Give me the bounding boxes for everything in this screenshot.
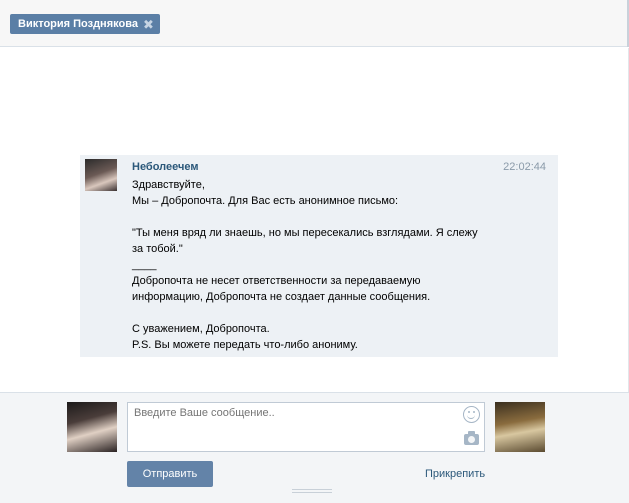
close-icon[interactable]: ✖ bbox=[143, 18, 154, 31]
smile-icon[interactable] bbox=[463, 406, 480, 423]
my-avatar[interactable] bbox=[67, 402, 117, 452]
message-line: ____ bbox=[132, 259, 157, 271]
message-input[interactable] bbox=[127, 402, 485, 452]
message-line: С уважением, Добропочта. bbox=[132, 323, 270, 335]
message-time: 22:02:44 bbox=[503, 161, 546, 173]
author-avatar[interactable] bbox=[85, 159, 117, 191]
resize-grip[interactable] bbox=[292, 489, 332, 495]
message-line: "Ты меня вряд ли знаешь, но мы пересекал… bbox=[132, 227, 478, 239]
peer-avatar[interactable] bbox=[495, 402, 545, 452]
camera-icon[interactable] bbox=[464, 431, 479, 445]
message-item[interactable]: Неболеечем 22:02:44 Здравствуйте, Мы – Д… bbox=[80, 155, 558, 357]
dialog-tab-label: Виктория Позднякова bbox=[18, 18, 138, 30]
message-line: Добропочта не несет ответственности за п… bbox=[132, 275, 421, 287]
message-body: Здравствуйте, Мы – Добропочта. Для Вас е… bbox=[132, 177, 492, 353]
dialog-tabs-bar: Виктория Позднякова ✖ bbox=[0, 0, 629, 47]
send-button[interactable]: Отправить bbox=[127, 461, 213, 487]
message-line: Мы – Добропочта. Для Вас есть анонимное … bbox=[132, 195, 399, 207]
composer: Отправить Прикрепить bbox=[0, 392, 629, 503]
message-line bbox=[132, 209, 492, 225]
message-line: Здравствуйте, bbox=[132, 179, 205, 191]
message-line: P.S. Вы можете передать что-либо анониму… bbox=[132, 339, 358, 351]
message-line: информацию, Добропочта не создает данные… bbox=[132, 291, 431, 303]
attach-link[interactable]: Прикрепить bbox=[425, 468, 485, 480]
dialog-tab-chip[interactable]: Виктория Позднякова ✖ bbox=[10, 14, 160, 34]
message-author[interactable]: Неболеечем bbox=[132, 161, 198, 173]
message-line bbox=[132, 305, 492, 321]
message-line: за тобой." bbox=[132, 243, 183, 255]
